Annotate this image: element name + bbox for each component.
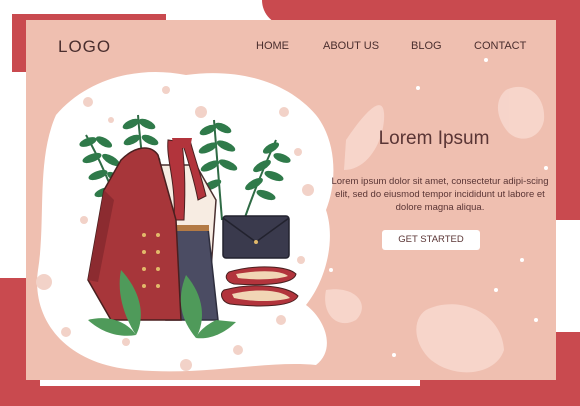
nav-link-blog[interactable]: BLOG: [411, 40, 442, 52]
decor-right-strip: [556, 0, 580, 220]
nav-link-home[interactable]: HOME: [256, 40, 289, 52]
top-navigation-bar: LOGO HOME ABOUT US BLOG CONTACT: [26, 20, 556, 74]
nav-link-contact[interactable]: CONTACT: [474, 40, 526, 52]
get-started-button[interactable]: GET STARTED: [382, 230, 480, 250]
hero-title: Lorem Ipsum: [378, 128, 490, 149]
clutch-bag-icon: [222, 215, 290, 259]
logo[interactable]: LOGO: [58, 37, 111, 57]
hero-description: Lorem ipsum dolor sit amet, consectetur …: [331, 176, 549, 213]
decor-bottom-strip: [0, 386, 580, 406]
nav-link-about-us[interactable]: ABOUT US: [323, 40, 379, 52]
landing-page-frame: LOGO HOME ABOUT US BLOG CONTACT Lorem Ip…: [26, 20, 556, 380]
